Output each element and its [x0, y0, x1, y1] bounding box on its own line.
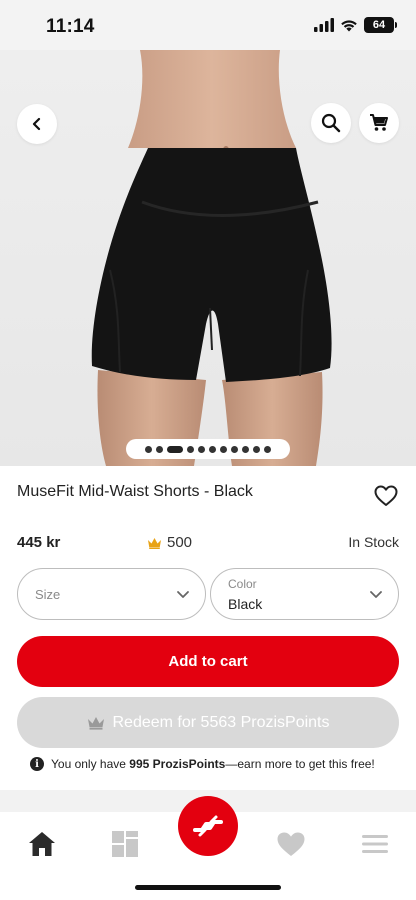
chevron-down-icon [370, 591, 382, 598]
gallery-dot[interactable] [156, 445, 163, 453]
gallery-pagination[interactable] [126, 439, 290, 459]
wifi-icon [341, 20, 357, 32]
crown-icon [87, 716, 104, 730]
product-image-gallery[interactable] [0, 50, 416, 466]
prozis-logo-icon [193, 815, 223, 837]
redeem-points-button[interactable]: Redeem for 5563 ProzisPoints [17, 697, 399, 748]
product-photo [91, 50, 332, 466]
gallery-dot[interactable] [198, 445, 205, 453]
add-to-cart-button[interactable]: Add to cart [17, 636, 399, 687]
gallery-dot[interactable] [145, 445, 152, 453]
nav-wishlist[interactable] [271, 824, 311, 864]
product-price: 445 kr [17, 534, 61, 551]
heart-icon [277, 832, 305, 856]
prozis-center-button[interactable] [178, 796, 238, 856]
gallery-dot[interactable] [242, 445, 249, 453]
info-icon: i [30, 757, 44, 771]
gallery-dot[interactable] [253, 445, 260, 453]
battery-icon: 64 [364, 17, 397, 33]
color-select-value: Black [228, 596, 263, 612]
status-time: 11:14 [46, 16, 95, 37]
points-note-amount: 995 ProzisPoints [129, 757, 226, 771]
nav-categories[interactable] [105, 824, 145, 864]
status-bar: 11:14 64 [0, 0, 416, 50]
product-points: 500 [147, 534, 192, 551]
chevron-left-icon [32, 117, 41, 131]
crown-icon [148, 537, 161, 549]
stock-status: In Stock [348, 534, 399, 550]
color-select[interactable]: Color Black [210, 568, 399, 620]
color-select-label: Color [228, 577, 257, 591]
categories-icon [112, 831, 138, 857]
wishlist-button[interactable] [372, 483, 400, 509]
product-title: MuseFit Mid-Waist Shorts - Black [17, 483, 253, 500]
menu-icon [362, 835, 388, 853]
gallery-dot[interactable] [264, 445, 271, 453]
points-value: 500 [167, 534, 193, 551]
redeem-label: Redeem for 5563 ProzisPoints [112, 713, 330, 731]
search-icon [321, 113, 341, 133]
nav-menu[interactable] [355, 824, 395, 864]
points-note: i You only have 995 ProzisPoints—earn mo… [30, 757, 375, 771]
gallery-dot[interactable] [220, 445, 227, 453]
cart-button[interactable] [359, 103, 399, 143]
gallery-dot[interactable] [231, 445, 238, 453]
size-select-placeholder: Size [35, 587, 61, 602]
home-icon [29, 832, 55, 856]
search-button[interactable] [311, 103, 351, 143]
status-icons: 64 [314, 17, 397, 33]
shopping-cart-icon [370, 114, 388, 131]
gallery-dot-active[interactable] [167, 445, 183, 453]
back-button[interactable] [17, 104, 57, 144]
nav-home[interactable] [22, 824, 62, 864]
heart-outline-icon [374, 485, 398, 506]
points-note-text: You only have 995 ProzisPoints—earn more… [51, 757, 375, 771]
gallery-dot[interactable] [187, 445, 194, 453]
chevron-down-icon [177, 591, 189, 598]
home-indicator [135, 885, 281, 890]
size-select[interactable]: Size [17, 568, 206, 620]
gallery-dot[interactable] [209, 445, 216, 453]
signal-icon [314, 18, 334, 32]
